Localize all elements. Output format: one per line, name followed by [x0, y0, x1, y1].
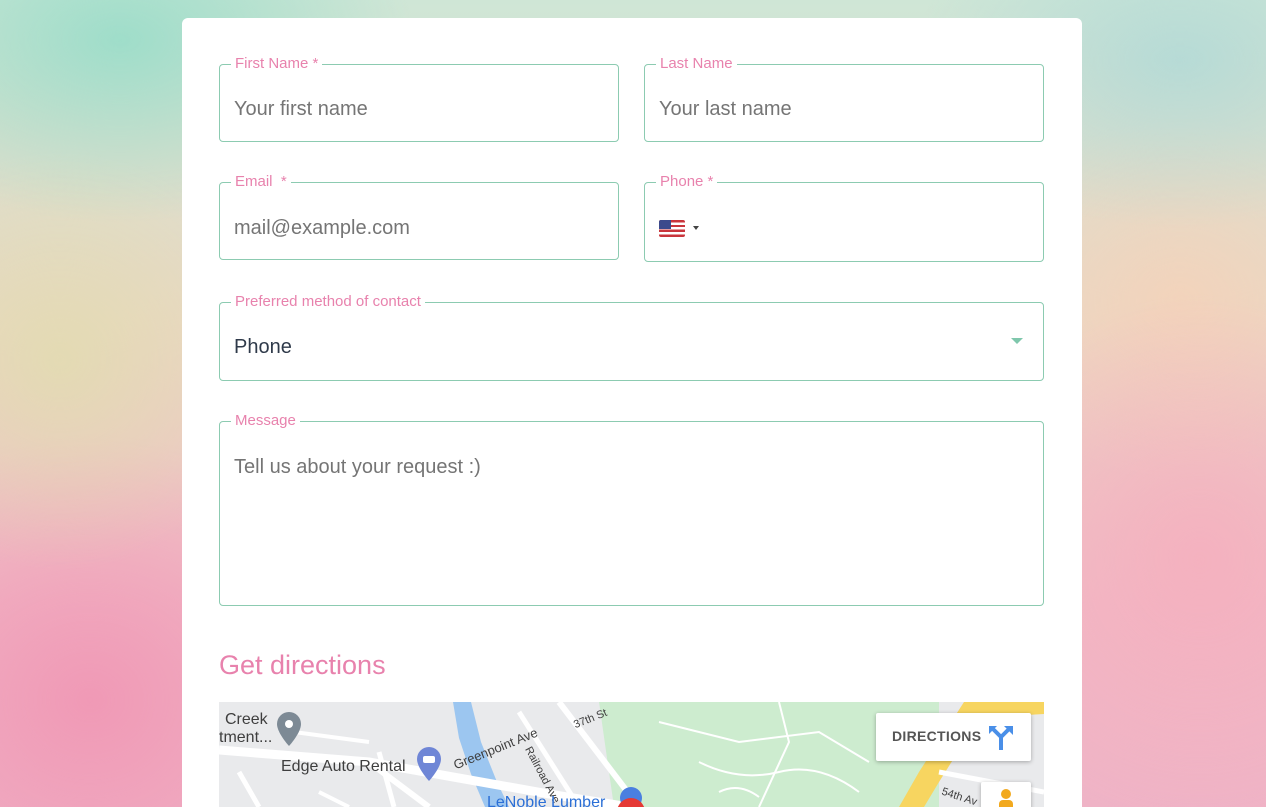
- last-name-label: Last Name: [656, 54, 737, 74]
- contact-method-select[interactable]: Preferred method of contact Phone: [219, 292, 1044, 381]
- email-label: Email *: [231, 172, 291, 192]
- map-label-edge-auto: Edge Auto Rental: [281, 758, 406, 775]
- directions-heading: Get directions: [219, 650, 386, 680]
- map-road: [236, 770, 262, 807]
- map[interactable]: Creek tment... Edge Auto Rental Greenpoi…: [219, 702, 1044, 807]
- last-name-field[interactable]: Last Name Your last name: [644, 54, 1044, 142]
- country-selector[interactable]: [645, 183, 707, 261]
- map-label-creek: Creek: [225, 711, 268, 728]
- contact-method-label: Preferred method of contact: [231, 292, 425, 312]
- us-flag-icon: [659, 220, 685, 237]
- contact-method-value: Phone: [234, 336, 292, 358]
- last-name-placeholder: Your last name: [659, 98, 792, 120]
- email-field[interactable]: Email * mail@example.com: [219, 172, 619, 260]
- street-view-button[interactable]: [981, 782, 1031, 807]
- map-label-tment: tment...: [219, 729, 273, 746]
- place-pin-icon: [277, 712, 301, 746]
- first-name-field[interactable]: First Name * Your first name: [219, 54, 619, 142]
- chevron-down-icon: [1011, 338, 1023, 344]
- email-placeholder: mail@example.com: [234, 217, 410, 239]
- message-label: Message: [231, 411, 300, 431]
- first-name-placeholder: Your first name: [234, 98, 368, 120]
- first-name-label: First Name *: [231, 54, 323, 74]
- caret-down-icon: [693, 226, 699, 230]
- message-placeholder: Tell us about your request :): [234, 456, 481, 478]
- directions-icon: [989, 726, 1013, 750]
- phone-field[interactable]: Phone *: [644, 172, 1044, 262]
- pegman-icon: [999, 789, 1013, 807]
- directions-button-label: DIRECTIONS: [892, 728, 982, 744]
- map-road: [318, 790, 350, 807]
- directions-button[interactable]: DIRECTIONS: [876, 713, 1031, 761]
- message-textarea[interactable]: Message Tell us about your request :): [219, 411, 1044, 606]
- map-label-lenoble: LeNoble Lumber: [487, 794, 606, 807]
